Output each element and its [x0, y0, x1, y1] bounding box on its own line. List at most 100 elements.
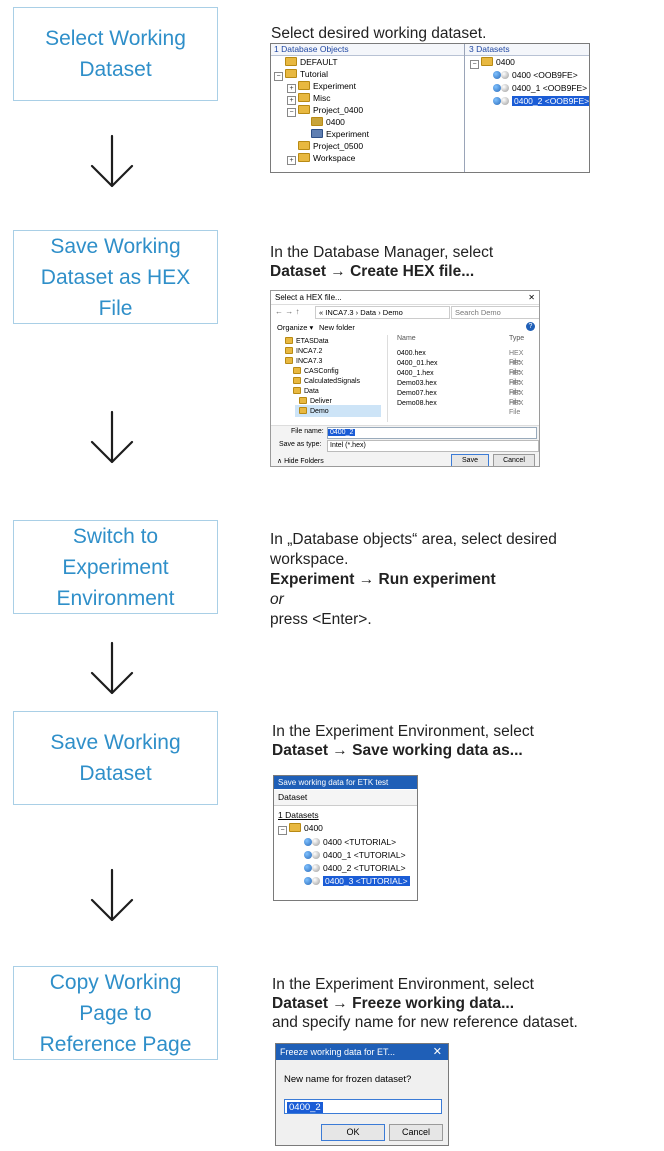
folder-icon [293, 367, 301, 374]
collapse-icon: − [287, 108, 296, 117]
step-label: Environment [56, 586, 175, 610]
folder-icon [285, 357, 293, 364]
folder-icon [298, 93, 310, 102]
path-bar[interactable]: « INCA7.3 › Data › Demo [315, 306, 450, 319]
dataset-icon [493, 97, 501, 105]
dataset-item[interactable]: 0400_2 <TUTORIAL> [304, 863, 406, 874]
help-icon[interactable]: ? [526, 322, 535, 331]
folder-icon [285, 57, 297, 66]
dataset-menu[interactable]: Dataset [274, 790, 417, 806]
step-label: Page to [79, 1001, 152, 1025]
save-button[interactable]: Save [451, 454, 489, 466]
instruction-text: In the Experiment Environment, select [272, 723, 534, 740]
step-box-save-hex: Save Working Dataset as HEX File [13, 230, 218, 324]
step-label: Reference Page [39, 1032, 192, 1056]
nav-arrows-icon[interactable]: ← → ↑ [275, 307, 299, 316]
step-box-save-working-dataset: Save Working Dataset [13, 711, 218, 805]
folder-icon [285, 69, 297, 78]
tree-item[interactable]: − Tutorial [274, 69, 328, 81]
menu-path: Dataset → Create HEX file... [270, 263, 475, 280]
dialog-titlebar: Select a HEX file... ✕ [271, 291, 539, 305]
file-name: 0400.hex [397, 350, 426, 357]
step-label: Save Working [50, 731, 181, 754]
ok-button[interactable]: OK [321, 1124, 385, 1141]
new-folder-button[interactable]: New folder [319, 323, 355, 332]
expand-icon: + [287, 156, 296, 165]
file-row[interactable]: 0400.hex HEX File [397, 349, 535, 366]
file-row[interactable]: Demo03.hex HEX File [397, 379, 535, 396]
step-label: Dataset as HEX [40, 265, 191, 289]
dataset-item[interactable]: 0400 <OOB9FE> [493, 70, 578, 81]
dataset-icon [312, 838, 320, 846]
tree-item[interactable]: DEFAULT [285, 57, 338, 68]
filename-label: File name: [291, 428, 324, 435]
file-type-select[interactable]: Intel (*.hex) [327, 440, 539, 452]
tree-item[interactable]: −0400 [470, 57, 515, 69]
dataset-item[interactable]: 0400_1 <TUTORIAL> [304, 850, 406, 861]
folder-icon [481, 57, 493, 66]
menu-path: Experiment → Run experiment [270, 571, 496, 588]
step-label: File [98, 296, 133, 320]
folder-icon [299, 397, 307, 404]
menu-path: Dataset → Save working data as... [272, 742, 523, 759]
instruction-text: press <Enter>. [270, 611, 372, 628]
down-arrow-icon [90, 868, 134, 922]
dataset-item[interactable]: 0400 <TUTORIAL> [304, 837, 396, 848]
cancel-button[interactable]: Cancel [493, 454, 535, 466]
tree-item[interactable]: Experiment [311, 129, 369, 140]
hide-folders-toggle[interactable]: ∧ Hide Folders [277, 457, 324, 465]
tree-item[interactable]: 0400 [311, 117, 345, 128]
tree-item[interactable]: + Workspace [287, 153, 355, 165]
dialog-prompt: New name for frozen dataset? [284, 1074, 412, 1085]
database-objects-screenshot: 1 Database Objects 3 Datasets DEFAULT − T… [270, 43, 590, 173]
file-row[interactable]: Demo07.hex HEX File [397, 389, 535, 406]
workspace-icon [311, 117, 323, 126]
type-label: Save as type: [279, 441, 322, 448]
save-working-data-dialog: Save working data for ETK test device:1 … [273, 775, 418, 901]
datasets-header: 1 Datasets [278, 810, 319, 820]
dataset-icon [501, 71, 509, 79]
dataset-icon [312, 877, 320, 885]
folder-icon [285, 347, 293, 354]
file-name: Demo03.hex [397, 380, 437, 387]
frozen-name-input[interactable]: 0400_2 [284, 1099, 442, 1114]
file-row[interactable]: Demo08.hex HEX File [397, 399, 535, 416]
filename-input[interactable]: 0400_2 [327, 427, 537, 439]
column-header-name[interactable]: Name [397, 335, 416, 342]
close-icon[interactable]: ✕ [528, 291, 535, 304]
organize-menu[interactable]: Organize ▾ [277, 323, 313, 332]
instruction-text: In the Experiment Environment, select [272, 976, 534, 993]
folder-item-selected[interactable]: Demo [295, 405, 381, 417]
step-label: Dataset [79, 762, 152, 785]
experiment-icon [311, 129, 323, 138]
file-name: Demo07.hex [397, 390, 437, 397]
tree-item[interactable]: + Experiment [287, 81, 356, 93]
close-icon[interactable]: ✕ [433, 1044, 442, 1060]
expand-icon: + [287, 84, 296, 93]
dataset-icon [493, 71, 501, 79]
tree-item[interactable]: −0400 [278, 823, 323, 835]
column-header-type[interactable]: Type [509, 335, 524, 342]
dataset-item-selected[interactable]: 0400_3 <TUTORIAL> [304, 876, 410, 887]
datasets-header: 3 Datasets [466, 44, 589, 56]
cancel-button[interactable]: Cancel [389, 1124, 443, 1141]
instruction-text: In „Database objects“ area, select desir… [270, 531, 557, 548]
step-label: Save Working [50, 234, 181, 258]
down-arrow-icon [90, 134, 134, 188]
tree-item[interactable]: Project_0500 [298, 141, 363, 152]
instruction-text: workspace. [270, 551, 349, 568]
search-field[interactable]: Search Demo [451, 306, 539, 319]
dataset-item[interactable]: 0400_1 <OOB9FE> [493, 83, 587, 94]
database-objects-header: 1 Database Objects [271, 44, 466, 56]
file-row[interactable]: 0400_01.hex HEX File [397, 359, 535, 376]
collapse-icon: − [470, 60, 479, 69]
tree-item[interactable]: + Misc [287, 93, 330, 105]
step-label: Dataset [79, 58, 152, 81]
step-label: Copy Working [49, 970, 182, 994]
folder-icon [298, 141, 310, 150]
dataset-item-selected[interactable]: 0400_2 <OOB9FE> [493, 96, 589, 107]
tree-item[interactable]: − Project_0400 [287, 105, 363, 117]
folder-icon [298, 153, 310, 162]
dataset-icon [304, 838, 312, 846]
file-row[interactable]: 0400_1.hex HEX File [397, 369, 535, 386]
